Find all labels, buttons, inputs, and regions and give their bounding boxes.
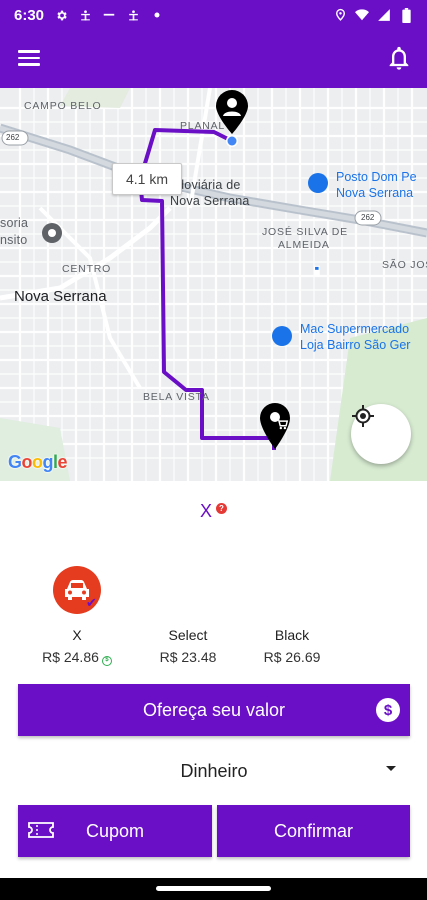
- ride-options-panel: X? ✔ X R$ 24.86 $ Select R$ 23.48 Black R…: [0, 481, 427, 878]
- help-icon[interactable]: ?: [216, 503, 227, 514]
- map-label-route-262a: 262: [6, 133, 20, 142]
- google-logo: Google: [8, 452, 68, 472]
- offer-price-button[interactable]: Ofereça seu valor $: [18, 684, 410, 736]
- crosshair-icon: [352, 405, 374, 427]
- bell-icon[interactable]: [385, 44, 413, 72]
- dollar-icon: $: [376, 698, 400, 722]
- status-time: 6:30: [14, 6, 45, 24]
- signal-icon: [377, 8, 391, 22]
- map-label-nova-serrana: Nova Serrana: [14, 288, 107, 305]
- ride-option-name: X: [72, 627, 82, 643]
- map-label-jose-silva-1: JOSÉ SILVA DE: [262, 226, 348, 238]
- gear-icon: [54, 8, 68, 22]
- dot-icon: [150, 8, 164, 22]
- map-label-centro: CENTRO: [62, 263, 112, 275]
- home-gesture-handle[interactable]: [156, 886, 271, 891]
- map-label-jose-silva-2: ALMEIDA: [278, 239, 330, 251]
- accessibility-icon: [78, 8, 92, 22]
- ride-option-select[interactable]: Select R$ 23.48: [133, 627, 243, 665]
- ride-option-price: R$ 24.86: [42, 649, 99, 665]
- map-label-soria-2: nsito: [0, 233, 28, 247]
- map-label-mac-1: Mac Supermercado: [300, 322, 410, 336]
- accessibility-icon: [126, 8, 140, 22]
- ride-option-name: Select: [168, 627, 208, 643]
- ride-option-price: R$ 23.48: [159, 649, 217, 665]
- payment-method-select[interactable]: Dinheiro: [18, 749, 410, 793]
- ride-option-name: Black: [274, 627, 310, 643]
- map-label-posto-1: Posto Dom Pe: [336, 170, 417, 184]
- dropdown-arrow-icon: [386, 766, 396, 771]
- check-icon: ✔: [86, 595, 97, 610]
- app-bar: [0, 30, 427, 88]
- minus-icon: [102, 8, 116, 22]
- map-label-sao-jos: SÃO JOS: [382, 259, 427, 271]
- map-label-bela-vista: BELA VISTA: [143, 391, 210, 403]
- menu-icon[interactable]: [18, 46, 44, 72]
- map-label-route-262b: 262: [361, 213, 375, 222]
- ride-option-price: R$ 26.69: [263, 649, 321, 665]
- my-location-button[interactable]: [351, 404, 411, 464]
- payment-method-value: Dinheiro: [180, 760, 248, 781]
- status-bar: 6:30: [0, 0, 427, 30]
- offer-price-label: Ofereça seu valor: [142, 699, 286, 720]
- map-label-soria-1: soria: [0, 216, 29, 230]
- service-name: X: [199, 501, 212, 521]
- map-view[interactable]: CAMPO BELO PLANAL odoviária de Nova Serr…: [0, 88, 427, 481]
- map-label-posto-2: Nova Serrana: [336, 186, 414, 200]
- service-title: X?: [0, 501, 427, 522]
- battery-icon: [399, 7, 413, 23]
- system-nav-bar: [0, 878, 427, 900]
- cash-icon: $: [101, 656, 112, 666]
- map-label-mac-2: Loja Bairro São Ger: [300, 338, 411, 352]
- map-label-rodoviaria-2: Nova Serrana: [170, 194, 250, 208]
- coupon-button[interactable]: Cupom: [18, 805, 212, 857]
- location-icon: [333, 8, 347, 22]
- map-label-campo-belo: CAMPO BELO: [24, 100, 102, 112]
- ticket-icon: [28, 820, 54, 845]
- ride-option-black[interactable]: Black R$ 26.69: [237, 627, 347, 665]
- wifi-icon: [355, 8, 369, 22]
- route-distance-label: 4.1 km: [112, 163, 182, 195]
- confirm-button[interactable]: Confirmar: [217, 805, 410, 857]
- confirm-label: Confirmar: [273, 820, 353, 841]
- coupon-label: Cupom: [85, 820, 145, 841]
- ride-option-x[interactable]: X R$ 24.86 $: [22, 627, 132, 666]
- map-label-planalto: PLANAL: [180, 120, 226, 132]
